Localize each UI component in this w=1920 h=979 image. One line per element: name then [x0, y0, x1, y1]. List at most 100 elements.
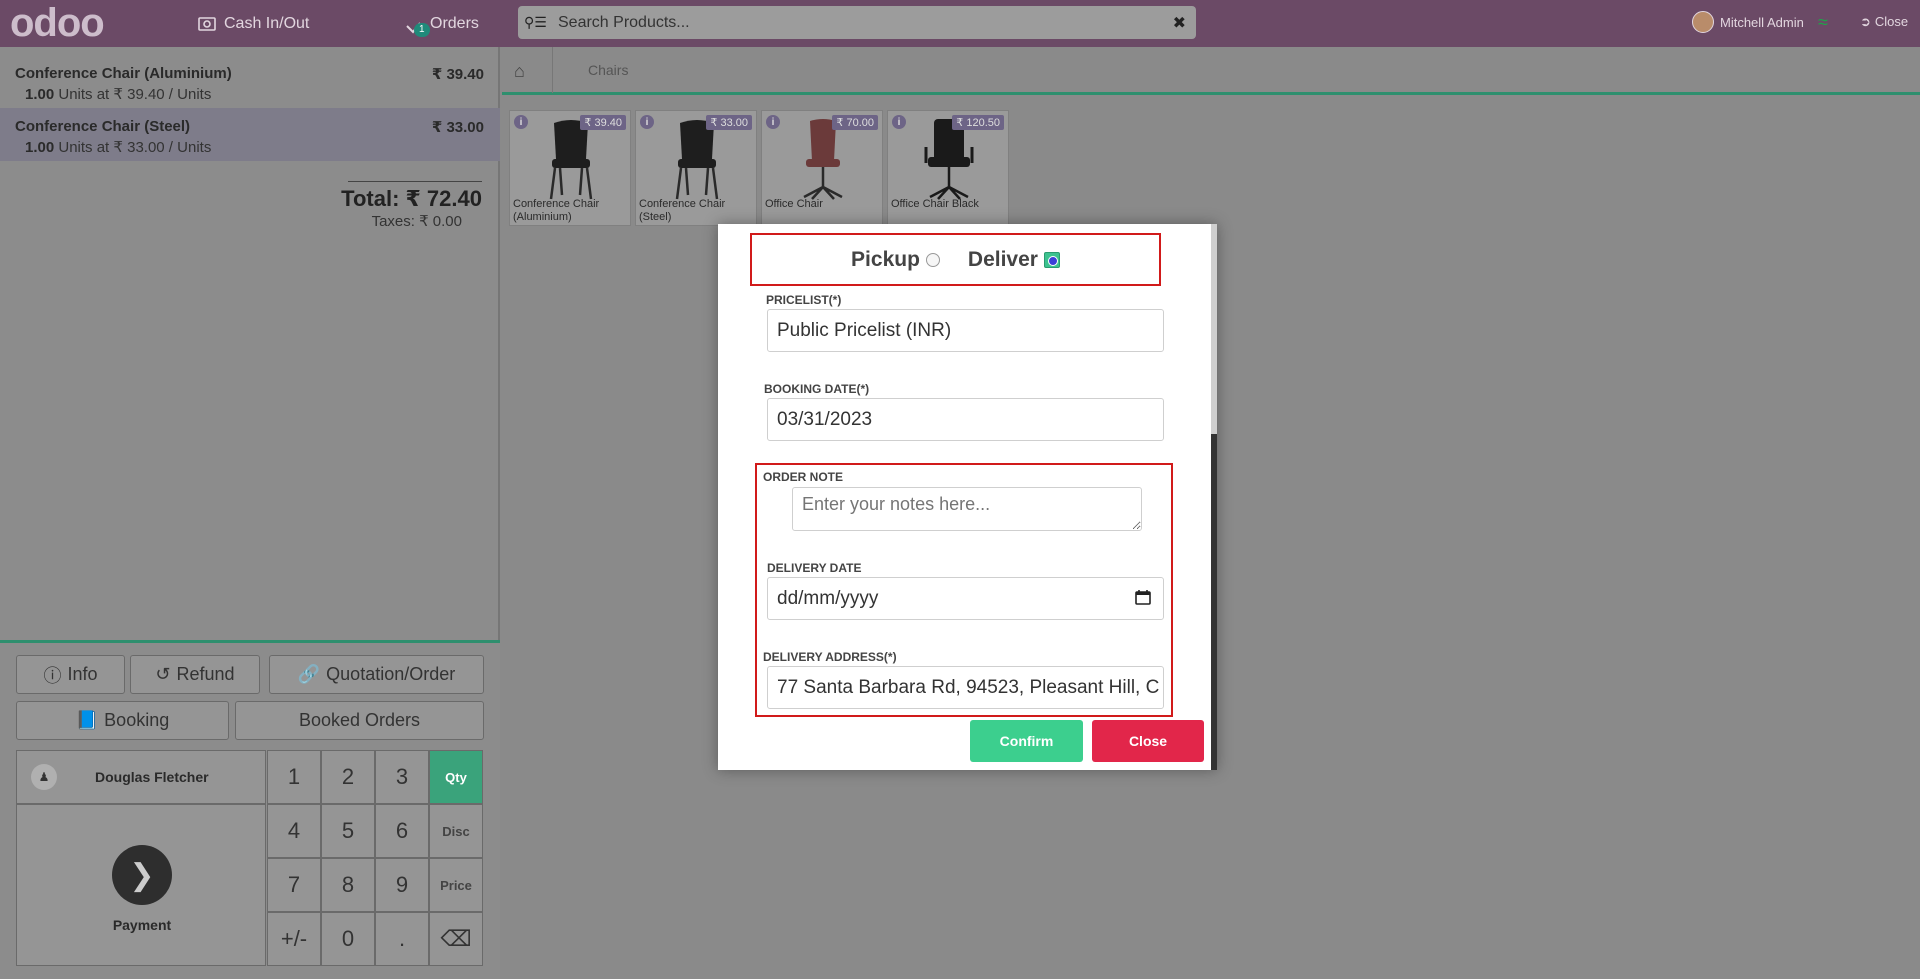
user-avatar — [1692, 11, 1714, 33]
order-line-price: ₹ 39.40 — [431, 66, 484, 83]
order-line-qty: 1.00 — [25, 139, 55, 156]
breadcrumb-category[interactable]: Chairs — [588, 62, 628, 78]
booking-date-field[interactable]: 03/31/2023 — [767, 398, 1164, 441]
delivery-address-field[interactable]: 77 Santa Barbara Rd, 94523, Pleasant Hil… — [767, 666, 1164, 709]
backspace-button[interactable]: ⌫ — [429, 912, 483, 966]
orders-button[interactable]: 1 Orders — [404, 0, 479, 47]
wifi-icon: ≈ — [1818, 12, 1828, 32]
pricelist-select[interactable]: Public Pricelist (INR) — [767, 309, 1164, 352]
product-price-tag: ₹ 39.40 — [580, 115, 626, 130]
numpad-key-5[interactable]: 5 — [321, 804, 375, 858]
order-line-name: Conference Chair (Steel) — [15, 118, 191, 135]
payment-button[interactable]: ❯ Payment — [16, 804, 266, 966]
product-price-tag: ₹ 33.00 — [706, 115, 752, 130]
orders-label: Orders — [430, 14, 479, 32]
search-bar: ⚲☰ ✖ — [518, 6, 1196, 39]
info-icon: ⓘ — [43, 665, 62, 686]
confirm-button[interactable]: Confirm — [970, 720, 1083, 762]
numpad-key-1[interactable]: 1 — [267, 750, 321, 804]
deliver-radio[interactable] — [1043, 251, 1060, 268]
cash-in-out-button[interactable]: Cash In/Out — [198, 0, 309, 47]
customer-button[interactable]: ♟ Douglas Fletcher — [16, 750, 266, 804]
user-menu[interactable]: Mitchell Admin — [1692, 11, 1804, 33]
order-note-textarea[interactable] — [792, 487, 1142, 531]
order-line[interactable]: Conference Chair (Aluminium) ₹ 39.40 1.0… — [0, 55, 500, 108]
product-info-icon[interactable]: i — [640, 115, 654, 129]
order-line-price: ₹ 33.00 — [431, 119, 484, 136]
mode-price-button[interactable]: Price — [429, 858, 483, 912]
delivery-date-label: DELIVERY DATE — [767, 561, 862, 575]
close-button[interactable]: Close — [1092, 720, 1204, 762]
cash-icon — [198, 16, 216, 31]
product-card[interactable]: i ₹ 120.50 Office Chair Black — [887, 110, 1009, 226]
numpad-key-2[interactable]: 2 — [321, 750, 375, 804]
numpad-key-dot[interactable]: . — [375, 912, 429, 966]
mode-disc-button[interactable]: Disc — [429, 804, 483, 858]
delivery-date-field[interactable]: dd/mm/yyyy — [767, 577, 1164, 620]
numpad-key-3[interactable]: 3 — [375, 750, 429, 804]
popup-scrollbar-track — [1211, 434, 1217, 770]
logo-text: odoo — [10, 1, 105, 45]
undo-icon: ↺ — [155, 664, 171, 684]
deliver-label: Deliver — [967, 247, 1038, 271]
product-name: Conference Chair (Steel) — [639, 198, 726, 223]
product-card[interactable]: i ₹ 39.40 Conference Chair (Aluminium) — [509, 110, 631, 226]
info-button[interactable]: ⓘ Info — [16, 655, 125, 694]
product-price-tag: ₹ 70.00 — [832, 115, 878, 130]
order-line-unit-text: Units at ₹ 33.00 / Units — [58, 139, 212, 156]
order-note-label: ORDER NOTE — [763, 470, 844, 484]
product-info-icon[interactable]: i — [514, 115, 528, 129]
breadcrumb: ⌂ Chairs — [502, 47, 1920, 95]
sign-out-icon: ➲ — [1860, 14, 1871, 29]
order-line-selected[interactable]: Conference Chair (Steel) ₹ 33.00 1.00 Un… — [0, 108, 500, 161]
pickup-option[interactable]: Pickup — [851, 248, 940, 272]
quotation-order-button[interactable]: 🔗 Quotation/Order — [269, 655, 484, 694]
booked-orders-button[interactable]: Booked Orders — [235, 701, 484, 740]
home-icon[interactable]: ⌂ — [514, 61, 525, 82]
order-line-qty: 1.00 — [25, 86, 55, 103]
product-card[interactable]: i ₹ 33.00 Conference Chair (Steel) — [635, 110, 757, 226]
orders-count-badge: 1 — [414, 22, 430, 37]
pickup-label: Pickup — [851, 247, 920, 271]
delivery-date-placeholder: dd/mm/yyyy — [777, 587, 879, 609]
book-icon: 📘 — [75, 710, 99, 730]
deliver-option[interactable]: Deliver — [968, 248, 1060, 272]
link-icon: 🔗 — [297, 664, 321, 684]
booking-label: Booking — [104, 710, 170, 730]
chevron-right-icon: ❯ — [112, 845, 172, 905]
popup-scrollbar[interactable] — [1211, 224, 1217, 434]
cash-in-out-label: Cash In/Out — [224, 14, 310, 32]
delivery-mode-selector: Pickup Deliver — [750, 233, 1161, 286]
order-line-info: 1.00 Units at ₹ 33.00 / Units — [15, 138, 485, 156]
product-info-icon[interactable]: i — [892, 115, 906, 129]
customer-name: Douglas Fletcher — [95, 769, 209, 785]
numpad-key-6[interactable]: 6 — [375, 804, 429, 858]
calendar-icon[interactable] — [1135, 589, 1151, 605]
numpad-key-plus-minus[interactable]: +/- — [267, 912, 321, 966]
clear-search-icon[interactable]: ✖ — [1173, 13, 1186, 33]
info-label: Info — [67, 664, 98, 684]
search-input[interactable] — [558, 13, 1173, 32]
odoo-logo: odoo — [10, 1, 105, 45]
booked-orders-label: Booked Orders — [298, 710, 421, 730]
product-card[interactable]: i ₹ 70.00 Office Chair — [761, 110, 883, 226]
numpad-key-4[interactable]: 4 — [267, 804, 321, 858]
order-totals: Total: ₹ 72.40 Taxes: ₹ 0.00 — [341, 181, 482, 230]
product-price-tag: ₹ 120.50 — [952, 115, 1004, 130]
booking-date-label: BOOKING DATE(*) — [764, 382, 870, 396]
search-icon: ⚲☰ — [524, 14, 547, 30]
numpad-key-8[interactable]: 8 — [321, 858, 375, 912]
refund-button[interactable]: ↺ Refund — [130, 655, 260, 694]
booking-button[interactable]: 📘 Booking — [16, 701, 229, 740]
close-pos-button[interactable]: ➲ Close — [1860, 14, 1908, 30]
product-info-icon[interactable]: i — [766, 115, 780, 129]
numpad-key-9[interactable]: 9 — [375, 858, 429, 912]
totals-divider — [348, 181, 482, 182]
user-name: Mitchell Admin — [1720, 14, 1804, 30]
pickup-radio[interactable] — [925, 252, 940, 267]
mode-qty-button[interactable]: Qty — [429, 750, 483, 804]
quotation-order-label: Quotation/Order — [326, 664, 456, 684]
order-total: Total: ₹ 72.40 — [341, 186, 482, 211]
numpad-key-0[interactable]: 0 — [321, 912, 375, 966]
numpad-key-7[interactable]: 7 — [267, 858, 321, 912]
